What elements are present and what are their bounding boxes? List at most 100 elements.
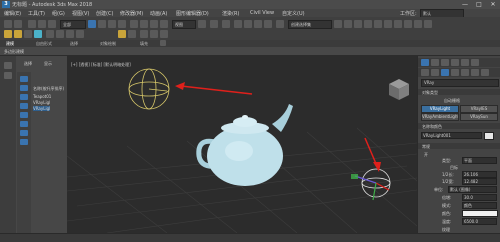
curve-editor-icon[interactable]	[374, 20, 382, 28]
filter-groups-icon[interactable]	[20, 130, 28, 136]
menu-modifiers[interactable]: 修改器(M)	[120, 10, 143, 17]
explorer-row-vraylight-1[interactable]: VRayLigl	[33, 100, 50, 105]
filter-spacewarps-icon[interactable]	[20, 121, 28, 127]
strip-select-icon[interactable]	[4, 62, 12, 69]
filter-xrefs-icon[interactable]	[20, 139, 28, 145]
menu-tools[interactable]: 工具(T)	[28, 10, 45, 17]
percent-snap-icon[interactable]	[254, 20, 262, 28]
material-editor-icon[interactable]	[394, 20, 402, 28]
vray-fur-icon[interactable]	[66, 30, 74, 38]
vrayambientlight-button[interactable]: VRayAmbientLight	[421, 113, 459, 121]
shapes-category-icon[interactable]	[431, 69, 439, 76]
filter-shapes-icon[interactable]	[20, 85, 28, 91]
menu-group[interactable]: 组(G)	[52, 10, 65, 17]
object-color-swatch[interactable]	[484, 132, 494, 140]
spinner-snap-icon[interactable]	[264, 20, 272, 28]
mode-dropdown[interactable]: 颜色	[462, 202, 497, 209]
link-icon[interactable]	[28, 20, 36, 28]
general-rollout[interactable]: 常规	[418, 143, 500, 149]
filter-geometry-icon[interactable]	[20, 76, 28, 82]
unlink-icon[interactable]	[38, 20, 46, 28]
cameras-category-icon[interactable]	[451, 69, 459, 76]
filter-cameras-icon[interactable]	[20, 103, 28, 109]
minimize-button[interactable]: —	[458, 0, 472, 9]
on-checkbox[interactable]: 开	[424, 152, 428, 158]
geometry-category-icon[interactable]	[421, 69, 429, 76]
teapot-object[interactable]	[196, 104, 293, 186]
snaps-toggle-icon[interactable]	[234, 20, 242, 28]
maximize-button[interactable]: □	[472, 0, 486, 9]
explorer-sort-header[interactable]: 名称(按升序排序)	[33, 86, 64, 92]
schematic-view-icon[interactable]	[384, 20, 392, 28]
edit-named-selection-icon[interactable]	[276, 20, 284, 28]
object-name-field[interactable]: VRayLight001	[421, 132, 482, 139]
vray-light-gizmo-1[interactable]	[128, 68, 170, 110]
viewcube-icon[interactable]	[389, 79, 409, 100]
temperature-field[interactable]: 6500.0	[462, 218, 497, 225]
vray-plane-icon[interactable]	[76, 30, 84, 38]
scale-icon[interactable]	[150, 20, 158, 28]
move-icon[interactable]	[130, 20, 138, 28]
explorer-tab-display[interactable]: 显示	[44, 61, 52, 67]
menu-rendering[interactable]: 渲染(R)	[222, 10, 239, 17]
window-crossing-icon[interactable]	[118, 20, 126, 28]
undo-icon[interactable]	[4, 20, 12, 28]
half-width-field[interactable]: 12.482	[462, 178, 497, 185]
selection-filter-dropdown[interactable]: 全部	[60, 20, 86, 29]
object-type-rollout[interactable]: 对象类型	[418, 89, 500, 95]
rect-selection-icon[interactable]	[108, 20, 116, 28]
menu-graph-editors[interactable]: 图形编辑器(D)	[176, 10, 209, 17]
vray-mtl-icon[interactable]	[128, 30, 136, 38]
named-selection-dropdown[interactable]: 创建选择集	[288, 20, 332, 29]
display-tab-icon[interactable]	[461, 59, 469, 66]
vray-light-gizmo-2[interactable]	[351, 168, 391, 201]
units-dropdown[interactable]: 默认 (图像)	[448, 186, 497, 193]
create-tab-icon[interactable]	[421, 59, 429, 66]
ribbon-toggle-icon[interactable]	[160, 40, 166, 46]
type-dropdown[interactable]: 平面	[462, 157, 497, 164]
explorer-tab-select[interactable]: 选择	[24, 61, 32, 67]
pivot-center-icon[interactable]	[198, 20, 206, 28]
menu-civil-view[interactable]: Civil View	[250, 10, 274, 16]
vray-sphere-icon[interactable]	[118, 30, 126, 38]
vray-render-icon[interactable]	[150, 30, 158, 38]
select-manipulate-icon[interactable]	[210, 20, 218, 28]
explorer-row-teapot[interactable]: Teapot01	[33, 94, 51, 99]
menu-view[interactable]: 视图(V)	[72, 10, 89, 17]
reference-coord-dropdown[interactable]: 视图	[172, 20, 196, 29]
vray-camera-icon[interactable]	[46, 30, 54, 38]
lights-category-icon[interactable]	[441, 69, 449, 76]
multiplier-field[interactable]: 30.0	[462, 194, 497, 201]
menu-edit[interactable]: 编辑(E)	[4, 10, 21, 17]
utilities-tab-icon[interactable]	[471, 59, 479, 66]
redo-icon[interactable]	[14, 20, 22, 28]
menu-animation[interactable]: 动画(A)	[150, 10, 167, 17]
select-by-name-icon[interactable]	[98, 20, 106, 28]
filter-lights-icon[interactable]	[20, 94, 28, 100]
motion-tab-icon[interactable]	[451, 59, 459, 66]
vrayies-button[interactable]: VRayIES	[460, 105, 498, 113]
place-icon[interactable]	[160, 20, 168, 28]
close-button[interactable]: ✕	[486, 0, 500, 9]
scene-explorer-icon[interactable]	[354, 20, 362, 28]
vray-vfb-icon[interactable]	[140, 30, 148, 38]
spacewarps-category-icon[interactable]	[471, 69, 479, 76]
light-type-dropdown[interactable]: VRay	[421, 79, 499, 87]
perspective-viewport[interactable]: [+] [透视] [标准] [默认明暗处理]	[67, 56, 417, 233]
vray-dome-icon[interactable]	[24, 30, 32, 38]
bind-spacewarp-icon[interactable]	[48, 20, 56, 28]
menu-customize[interactable]: 自定义(U)	[282, 10, 305, 17]
layer-explorer-icon[interactable]	[364, 20, 372, 28]
rendered-frame-icon[interactable]	[414, 20, 422, 28]
align-icon[interactable]	[344, 20, 352, 28]
vray-proxy-icon[interactable]	[56, 30, 64, 38]
vray-light-icon[interactable]	[4, 30, 12, 38]
name-color-rollout[interactable]: 名称和颜色	[418, 123, 500, 129]
helpers-category-icon[interactable]	[461, 69, 469, 76]
select-object-icon[interactable]	[88, 20, 96, 28]
systems-category-icon[interactable]	[481, 69, 489, 76]
explorer-row-vraylight-2[interactable]: VRayLigl	[33, 106, 51, 111]
hierarchy-tab-icon[interactable]	[441, 59, 449, 66]
menu-create[interactable]: 创建(C)	[96, 10, 113, 17]
vray-ipr-icon[interactable]	[160, 30, 168, 38]
